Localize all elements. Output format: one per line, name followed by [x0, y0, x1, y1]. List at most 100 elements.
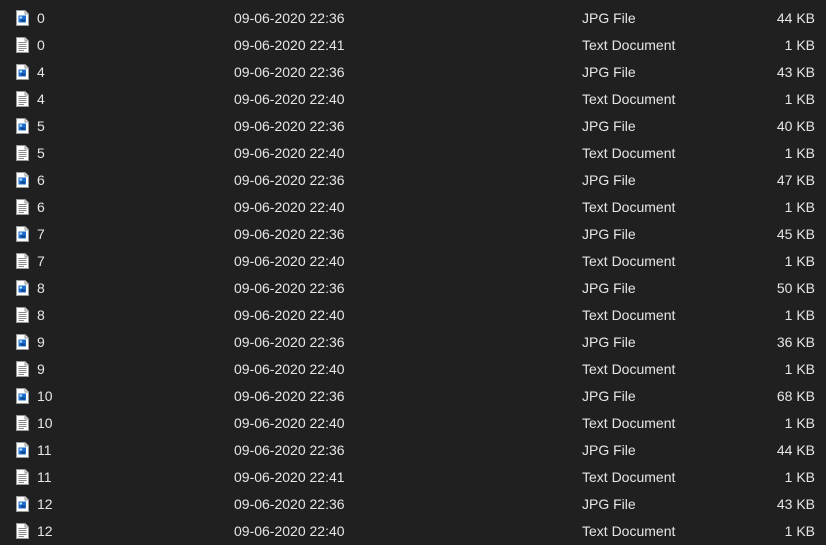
- file-date-modified: 09-06-2020 22:36: [234, 388, 345, 404]
- file-date-modified: 09-06-2020 22:36: [234, 10, 345, 26]
- file-date-modified: 09-06-2020 22:36: [234, 496, 345, 512]
- file-type: Text Document: [582, 199, 676, 215]
- file-date-modified: 09-06-2020 22:40: [234, 415, 345, 431]
- file-name: 4: [37, 64, 45, 80]
- file-name: 7: [37, 226, 45, 242]
- file-type: Text Document: [582, 145, 676, 161]
- file-type: JPG File: [582, 496, 636, 512]
- jpg-file-icon: [16, 64, 29, 80]
- file-row[interactable]: 9 09-06-2020 22:36 JPG File 36 KB: [0, 329, 826, 356]
- file-date-modified: 09-06-2020 22:40: [234, 307, 345, 323]
- file-type: JPG File: [582, 226, 636, 242]
- jpg-file-icon: [16, 496, 29, 512]
- file-row[interactable]: 5 09-06-2020 22:40 Text Document 1 KB: [0, 140, 826, 167]
- file-date-modified: 09-06-2020 22:36: [234, 118, 345, 134]
- file-date-modified: 09-06-2020 22:36: [234, 172, 345, 188]
- file-name: 0: [37, 37, 45, 53]
- file-size: 1 KB: [784, 253, 815, 269]
- file-row[interactable]: 10 09-06-2020 22:40 Text Document 1 KB: [0, 410, 826, 437]
- file-size: 43 KB: [776, 496, 815, 512]
- file-row[interactable]: 0 09-06-2020 22:41 Text Document 1 KB: [0, 32, 826, 59]
- file-date-modified: 09-06-2020 22:36: [234, 226, 345, 242]
- file-row[interactable]: 11 09-06-2020 22:41 Text Document 1 KB: [0, 464, 826, 491]
- file-row[interactable]: 8 09-06-2020 22:40 Text Document 1 KB: [0, 302, 826, 329]
- file-row[interactable]: 8 09-06-2020 22:36 JPG File 50 KB: [0, 275, 826, 302]
- jpg-file-icon: [16, 118, 29, 134]
- jpg-file-icon: [16, 10, 29, 26]
- file-type: JPG File: [582, 280, 636, 296]
- text-file-icon: [16, 145, 29, 161]
- file-name: 7: [37, 253, 45, 269]
- file-size: 1 KB: [784, 145, 815, 161]
- jpg-file-icon: [16, 280, 29, 296]
- file-size: 36 KB: [776, 334, 815, 350]
- text-file-icon: [16, 37, 29, 53]
- file-type: JPG File: [582, 64, 636, 80]
- file-name: 12: [37, 496, 53, 512]
- file-size: 43 KB: [776, 64, 815, 80]
- file-type: Text Document: [582, 37, 676, 53]
- text-file-icon: [16, 253, 29, 269]
- file-date-modified: 09-06-2020 22:40: [234, 523, 345, 539]
- file-row[interactable]: 5 09-06-2020 22:36 JPG File 40 KB: [0, 113, 826, 140]
- jpg-file-icon: [16, 388, 29, 404]
- text-file-icon: [16, 91, 29, 107]
- file-row[interactable]: 7 09-06-2020 22:36 JPG File 45 KB: [0, 221, 826, 248]
- file-row[interactable]: 4 09-06-2020 22:40 Text Document 1 KB: [0, 86, 826, 113]
- file-name: 10: [37, 388, 53, 404]
- jpg-file-icon: [16, 172, 29, 188]
- file-row[interactable]: 9 09-06-2020 22:40 Text Document 1 KB: [0, 356, 826, 383]
- file-size: 1 KB: [784, 307, 815, 323]
- text-file-icon: [16, 307, 29, 323]
- file-size: 1 KB: [784, 37, 815, 53]
- file-name: 0: [37, 10, 45, 26]
- file-size: 68 KB: [776, 388, 815, 404]
- text-file-icon: [16, 361, 29, 377]
- file-type: JPG File: [582, 388, 636, 404]
- file-date-modified: 09-06-2020 22:36: [234, 334, 345, 350]
- file-row[interactable]: 11 09-06-2020 22:36 JPG File 44 KB: [0, 437, 826, 464]
- file-type: JPG File: [582, 334, 636, 350]
- file-type: JPG File: [582, 172, 636, 188]
- file-date-modified: 09-06-2020 22:40: [234, 199, 345, 215]
- file-date-modified: 09-06-2020 22:41: [234, 469, 345, 485]
- file-list: 0 09-06-2020 22:36 JPG File 44 KB 0 09-0…: [0, 0, 826, 545]
- file-date-modified: 09-06-2020 22:40: [234, 91, 345, 107]
- file-name: 5: [37, 145, 45, 161]
- file-name: 9: [37, 334, 45, 350]
- file-name: 9: [37, 361, 45, 377]
- file-name: 8: [37, 307, 45, 323]
- file-row[interactable]: 6 09-06-2020 22:40 Text Document 1 KB: [0, 194, 826, 221]
- file-size: 1 KB: [784, 469, 815, 485]
- file-row[interactable]: 4 09-06-2020 22:36 JPG File 43 KB: [0, 59, 826, 86]
- file-row[interactable]: 10 09-06-2020 22:36 JPG File 68 KB: [0, 383, 826, 410]
- file-row[interactable]: 0 09-06-2020 22:36 JPG File 44 KB: [0, 5, 826, 32]
- file-type: Text Document: [582, 469, 676, 485]
- file-size: 44 KB: [776, 442, 815, 458]
- text-file-icon: [16, 199, 29, 215]
- file-type: Text Document: [582, 91, 676, 107]
- file-name: 6: [37, 199, 45, 215]
- file-date-modified: 09-06-2020 22:36: [234, 442, 345, 458]
- file-row[interactable]: 6 09-06-2020 22:36 JPG File 47 KB: [0, 167, 826, 194]
- file-type: JPG File: [582, 442, 636, 458]
- file-row[interactable]: 12 09-06-2020 22:36 JPG File 43 KB: [0, 491, 826, 518]
- file-size: 44 KB: [776, 10, 815, 26]
- file-type: Text Document: [582, 415, 676, 431]
- file-row[interactable]: 12 09-06-2020 22:40 Text Document 1 KB: [0, 518, 826, 545]
- text-file-icon: [16, 523, 29, 539]
- file-date-modified: 09-06-2020 22:41: [234, 37, 345, 53]
- file-type: Text Document: [582, 253, 676, 269]
- file-date-modified: 09-06-2020 22:40: [234, 145, 345, 161]
- file-row[interactable]: 7 09-06-2020 22:40 Text Document 1 KB: [0, 248, 826, 275]
- file-size: 45 KB: [776, 226, 815, 242]
- file-size: 1 KB: [784, 361, 815, 377]
- file-name: 4: [37, 91, 45, 107]
- file-type: Text Document: [582, 523, 676, 539]
- file-name: 10: [37, 415, 53, 431]
- jpg-file-icon: [16, 442, 29, 458]
- file-size: 1 KB: [784, 523, 815, 539]
- file-name: 11: [37, 469, 52, 485]
- jpg-file-icon: [16, 334, 29, 350]
- file-date-modified: 09-06-2020 22:36: [234, 64, 345, 80]
